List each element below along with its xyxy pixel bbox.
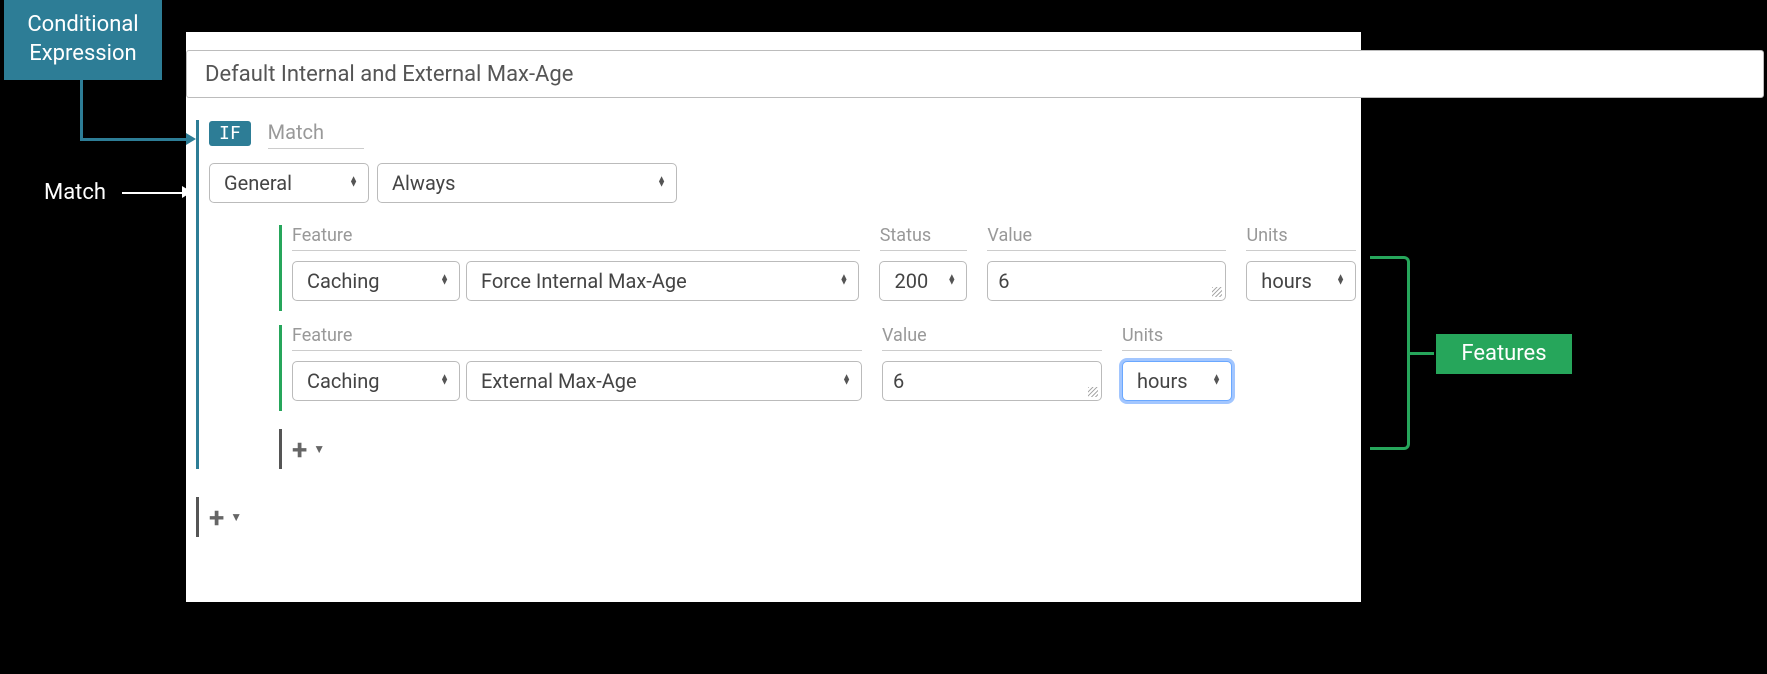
rule-title-text: Default Internal and External Max-Age xyxy=(205,62,573,87)
caret-icon xyxy=(842,376,851,387)
add-feature-button[interactable]: + ▼ xyxy=(292,433,325,466)
match-condition-select[interactable]: Always xyxy=(377,163,677,203)
rule-form: IF Match General Always Feature Status V… xyxy=(196,120,1356,537)
caret-icon xyxy=(440,276,449,287)
connector-line xyxy=(80,138,188,141)
features-bracket-tick xyxy=(1410,352,1434,355)
column-label-units: Units xyxy=(1122,325,1232,351)
caret-icon xyxy=(440,376,449,387)
caret-icon xyxy=(1212,376,1221,387)
arrow-icon xyxy=(182,186,192,198)
caret-icon xyxy=(840,276,849,287)
chevron-down-icon: ▼ xyxy=(230,510,242,524)
feature-category-select[interactable]: Caching xyxy=(292,361,460,401)
match-category-select[interactable]: General xyxy=(209,163,369,203)
feature-category-select[interactable]: Caching xyxy=(292,261,460,301)
feature-value-input[interactable]: 6 xyxy=(987,261,1226,301)
chevron-down-icon: ▼ xyxy=(313,442,325,456)
caret-icon xyxy=(657,178,666,189)
features-bracket xyxy=(1370,256,1410,450)
resize-grip-icon xyxy=(1212,287,1222,297)
add-condition-button[interactable]: + ▼ xyxy=(209,501,242,534)
arrow-icon xyxy=(186,133,196,145)
resize-grip-icon xyxy=(1088,387,1098,397)
column-label-value: Value xyxy=(987,225,1226,251)
caret-icon xyxy=(349,178,358,189)
callout-match: Match xyxy=(44,180,106,205)
column-label-feature: Feature xyxy=(292,225,860,251)
feature-name-select[interactable]: External Max-Age xyxy=(466,361,862,401)
match-section-label: Match xyxy=(268,120,364,149)
rule-title-input[interactable]: Default Internal and External Max-Age xyxy=(186,50,1764,98)
feature-name-select[interactable]: Force Internal Max-Age xyxy=(466,261,859,301)
column-label-units: Units xyxy=(1246,225,1356,251)
column-label-feature: Feature xyxy=(292,325,862,351)
connector-line xyxy=(122,192,184,194)
if-badge: IF xyxy=(209,121,251,146)
feature-value-input[interactable]: 6 xyxy=(882,361,1102,401)
column-label-value: Value xyxy=(882,325,1102,351)
feature-units-select-focused[interactable]: hours xyxy=(1122,361,1232,401)
plus-icon: + xyxy=(292,433,307,466)
caret-icon xyxy=(1336,276,1345,287)
column-label-status: Status xyxy=(880,225,968,251)
feature-units-select[interactable]: hours xyxy=(1246,261,1356,301)
callout-features: Features xyxy=(1436,334,1572,374)
feature-status-select[interactable]: 200 xyxy=(879,261,967,301)
callout-conditional-expression: Conditional Expression xyxy=(4,0,162,80)
connector-line xyxy=(80,80,83,140)
caret-icon xyxy=(947,276,956,287)
plus-icon: + xyxy=(209,501,224,534)
